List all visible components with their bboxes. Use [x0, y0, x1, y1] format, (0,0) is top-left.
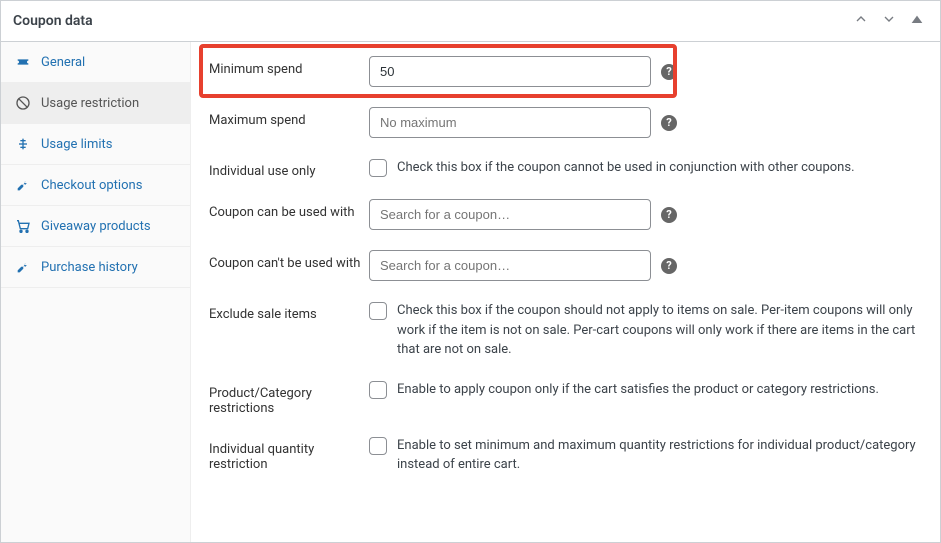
wrench-icon	[15, 259, 31, 275]
tab-label: Usage restriction	[41, 96, 139, 111]
used-with-input[interactable]	[369, 199, 651, 230]
tab-label: Purchase history	[41, 260, 138, 275]
exclude-sale-checkbox[interactable]	[369, 302, 387, 320]
individual-use-checkbox[interactable]	[369, 159, 387, 177]
tab-general[interactable]: General	[1, 42, 190, 83]
tab-label: Checkout options	[41, 178, 142, 193]
row-not-used-with: Coupon can't be used with ?	[209, 250, 922, 281]
panel-header-controls	[850, 11, 928, 31]
cart-icon	[15, 218, 31, 234]
row-used-with: Coupon can be used with ?	[209, 199, 922, 230]
prod-cat-restrict-checkbox[interactable]	[369, 381, 387, 399]
label-used-with: Coupon can be used with	[209, 199, 369, 220]
label-indiv-qty-restrict: Individual quantity restriction	[209, 436, 369, 472]
adjust-icon	[15, 136, 31, 152]
move-up-icon[interactable]	[850, 11, 872, 31]
wrench-icon	[15, 177, 31, 193]
panel-header: Coupon data	[1, 1, 940, 42]
tab-purchase-history[interactable]: Purchase history	[1, 247, 190, 288]
label-prod-cat-restrict: Product/Category restrictions	[209, 380, 369, 416]
tab-usage-restriction[interactable]: Usage restriction	[1, 83, 190, 124]
tab-usage-limits[interactable]: Usage limits	[1, 124, 190, 165]
help-icon[interactable]: ?	[661, 115, 677, 131]
label-minimum-spend: Minimum spend	[209, 56, 369, 77]
coupon-data-panel: Coupon data General Usage restriction Us…	[0, 0, 941, 543]
tab-checkout-options[interactable]: Checkout options	[1, 165, 190, 206]
maximum-spend-input[interactable]	[369, 107, 651, 138]
indiv-qty-restrict-desc: Enable to set minimum and maximum quanti…	[397, 436, 922, 475]
help-icon[interactable]: ?	[661, 207, 677, 223]
tab-label: General	[41, 55, 85, 70]
collapse-icon[interactable]	[906, 11, 928, 31]
row-indiv-qty-restrict: Individual quantity restriction Enable t…	[209, 436, 922, 475]
no-entry-icon	[15, 95, 31, 111]
settings-tabs-sidebar: General Usage restriction Usage limits C…	[1, 42, 191, 542]
help-icon[interactable]: ?	[661, 64, 677, 80]
row-prod-cat-restrict: Product/Category restrictions Enable to …	[209, 380, 922, 416]
prod-cat-restrict-desc: Enable to apply coupon only if the cart …	[397, 380, 879, 400]
label-exclude-sale: Exclude sale items	[209, 301, 369, 322]
not-used-with-input[interactable]	[369, 250, 651, 281]
move-down-icon[interactable]	[878, 11, 900, 31]
panel-title: Coupon data	[13, 13, 93, 29]
ticket-icon	[15, 54, 31, 70]
panel-body: General Usage restriction Usage limits C…	[1, 42, 940, 542]
tab-label: Usage limits	[41, 137, 112, 152]
form-content: Minimum spend ? Maximum spend ?	[191, 42, 940, 542]
label-individual-use: Individual use only	[209, 158, 369, 179]
exclude-sale-desc: Check this box if the coupon should not …	[397, 301, 922, 360]
help-icon[interactable]: ?	[661, 258, 677, 274]
label-maximum-spend: Maximum spend	[209, 107, 369, 128]
row-individual-use: Individual use only Check this box if th…	[209, 158, 922, 179]
row-maximum-spend: Maximum spend ?	[209, 107, 922, 138]
individual-use-desc: Check this box if the coupon cannot be u…	[397, 158, 855, 178]
row-minimum-spend: Minimum spend ?	[209, 56, 922, 87]
indiv-qty-restrict-checkbox[interactable]	[369, 437, 387, 455]
row-exclude-sale: Exclude sale items Check this box if the…	[209, 301, 922, 360]
tab-giveaway-products[interactable]: Giveaway products	[1, 206, 190, 247]
label-not-used-with: Coupon can't be used with	[209, 250, 369, 271]
tab-label: Giveaway products	[41, 219, 151, 234]
minimum-spend-input[interactable]	[369, 56, 651, 87]
